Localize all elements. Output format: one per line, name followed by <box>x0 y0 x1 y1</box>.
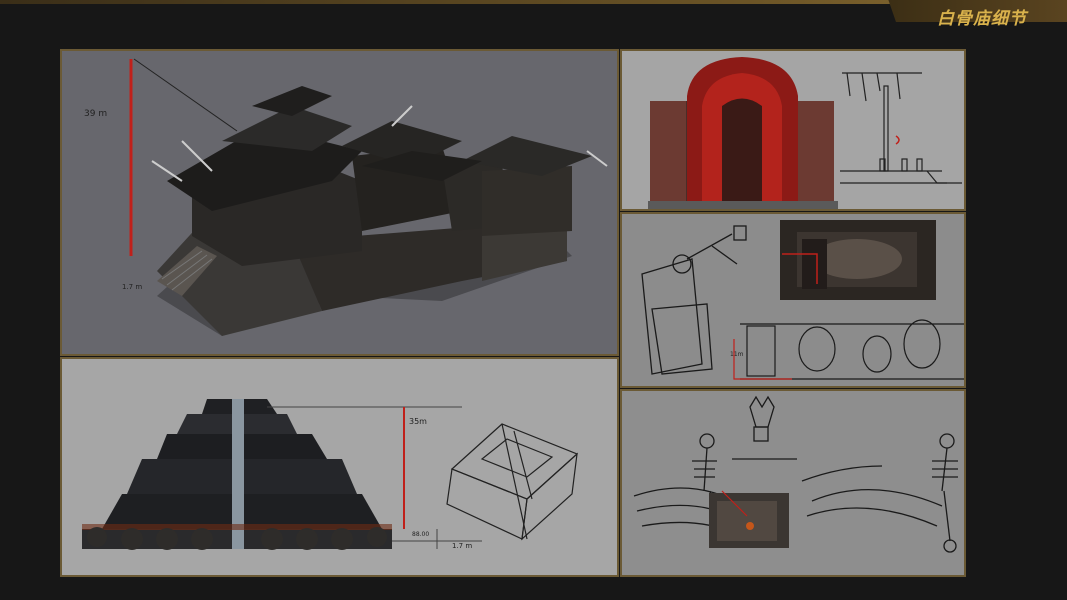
page-title: 白骨庙细节 <box>937 9 1027 29</box>
temple-overview-panel: 39 m 1.7 m <box>60 49 619 356</box>
skeleton-statue-sketch <box>641 220 964 380</box>
height-label: 39 m <box>84 109 108 119</box>
pyramid-elevation-panel: 35m 88.00 1.7 m <box>60 357 619 577</box>
pyramid-elevation-drawing <box>82 399 579 550</box>
red-gate-render <box>648 57 962 209</box>
pyramid-height-label: 35m <box>409 417 427 426</box>
red-gate-panel <box>620 49 966 211</box>
base-height-label: 1.7 m <box>122 283 143 291</box>
skeleton-statue-panel: 11m <box>620 212 966 388</box>
temple-model-render <box>129 58 608 336</box>
pyramid-step-label: 1.7 m <box>452 542 473 550</box>
skeleton-bridge-panel <box>620 389 966 577</box>
pyramid-base-label: 88.00 <box>412 531 430 538</box>
statue-height-label: 11m <box>730 351 744 358</box>
skeleton-bridge-sketch <box>633 395 958 553</box>
